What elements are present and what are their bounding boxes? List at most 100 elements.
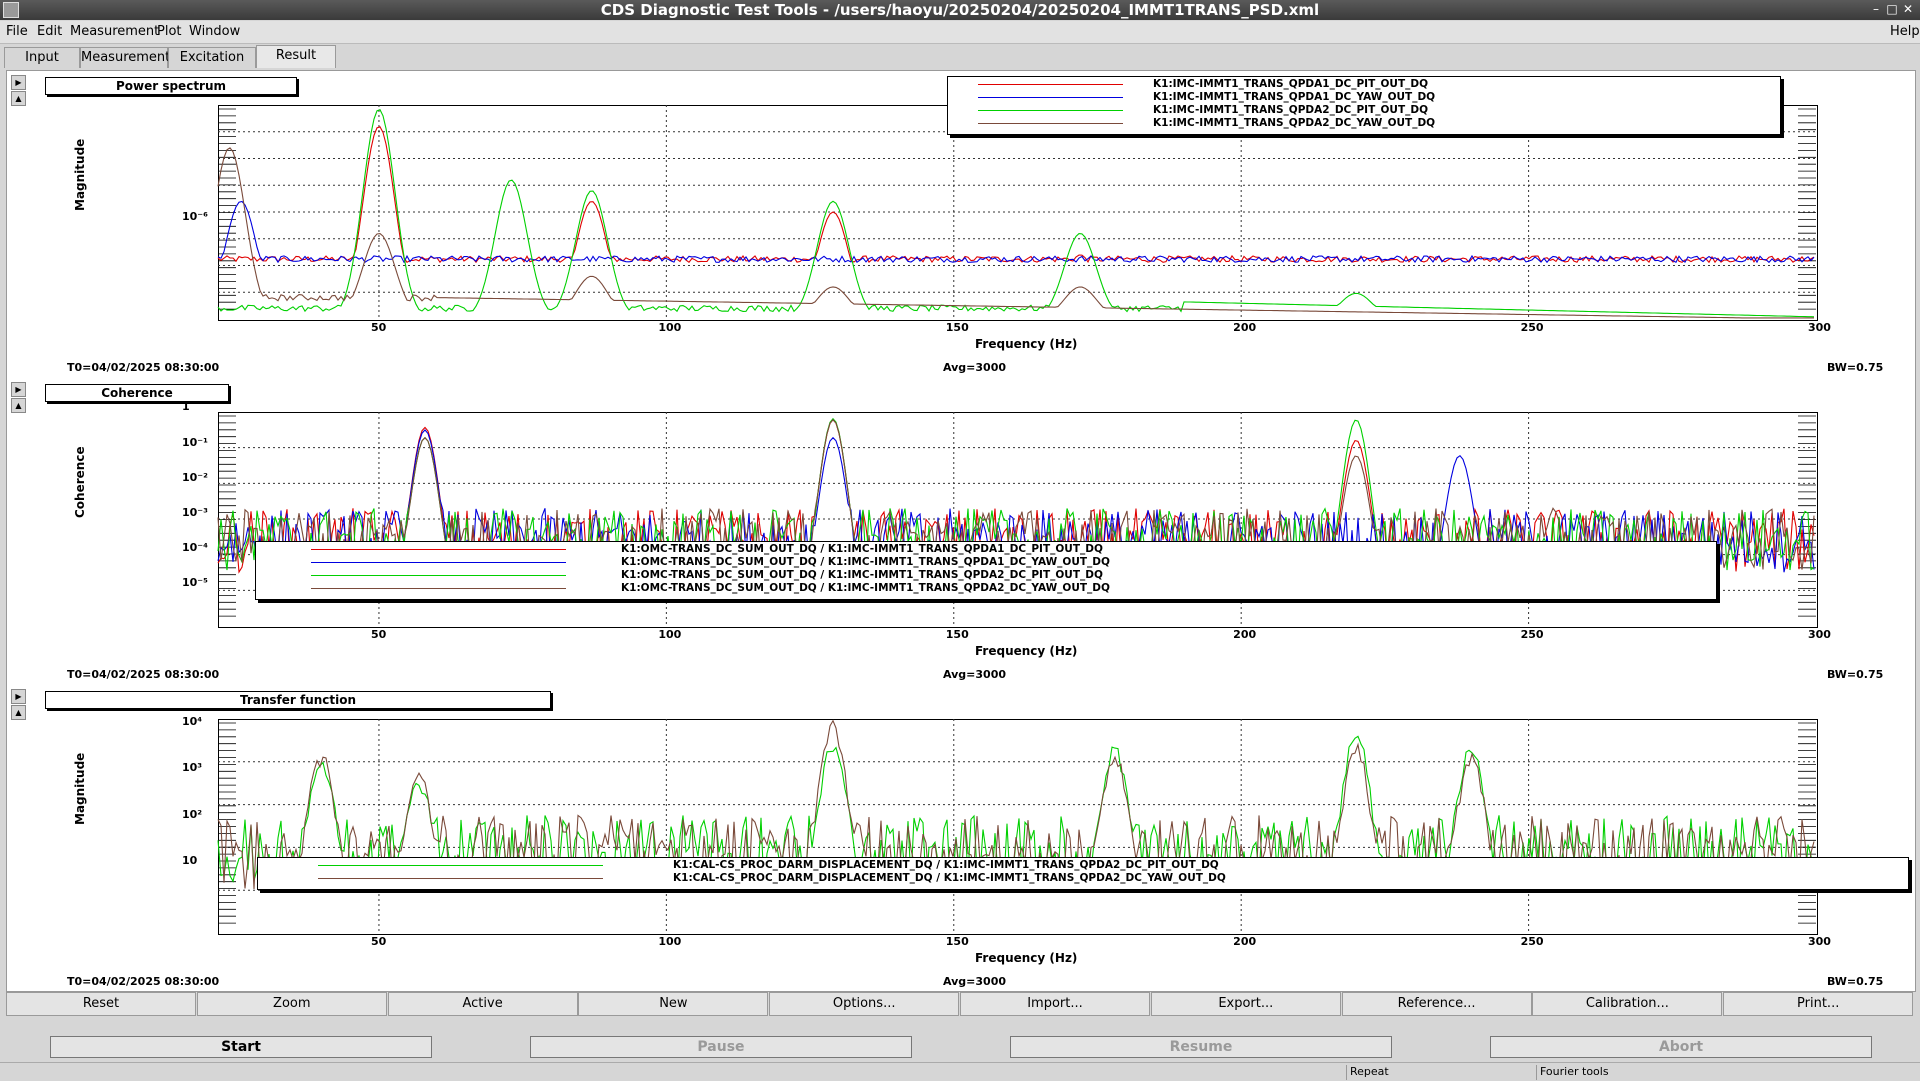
trace-0 — [217, 126, 1815, 264]
x-tick-label: 250 — [1520, 628, 1544, 641]
legend-swatch — [311, 549, 566, 550]
legend-swatch — [318, 878, 603, 879]
x-tick-label: 100 — [658, 321, 682, 334]
legend[interactable]: K1:OMC-TRANS_DC_SUM_OUT_DQ / K1:IMC-IMMT… — [255, 541, 1717, 601]
reference-button[interactable]: Reference... — [1341, 992, 1532, 1016]
menu-bar: File Edit Measurement Plot Window Help — [0, 21, 1920, 44]
y-tick-label: 10² — [182, 808, 203, 821]
calibration-button[interactable]: Calibration... — [1532, 992, 1723, 1016]
status-fourier-tools: Fourier tools — [1536, 1065, 1720, 1080]
tab-result[interactable]: Result — [256, 45, 336, 68]
t0-label: T0=04/02/2025 08:30:00 — [67, 975, 220, 988]
y-tick-label: 10⁻² — [182, 471, 208, 484]
legend-swatch — [978, 97, 1123, 98]
x-tick-label: 300 — [1808, 628, 1831, 641]
legend-label: K1:IMC-IMMT1_TRANS_QPDA2_DC_PIT_OUT_DQ — [1153, 104, 1429, 116]
x-axis-label: Frequency (Hz) — [975, 337, 1078, 351]
x-tick-label: 100 — [658, 628, 682, 641]
legend-swatch — [978, 123, 1123, 124]
menu-edit[interactable]: Edit — [37, 24, 62, 39]
plot-toolbar: Reset Zoom Active New Options... Import... Exp… — [6, 992, 1914, 1016]
avg-label: Avg=3000 — [943, 361, 1006, 374]
legend-label: K1:OMC-TRANS_DC_SUM_OUT_DQ / K1:IMC-IMMT… — [621, 569, 1103, 581]
bw-label: BW=0.75 — [1827, 668, 1884, 681]
x-tick-label: 250 — [1520, 321, 1544, 334]
resume-button[interactable]: Resume — [1010, 1036, 1392, 1058]
tab-excitation[interactable]: Excitation — [168, 47, 256, 68]
x-axis-label: Frequency (Hz) — [975, 644, 1078, 658]
x-tick-label: 200 — [1233, 321, 1257, 334]
status-repeat: Repeat — [1346, 1065, 1536, 1080]
legend-swatch — [311, 562, 566, 563]
status-bar: Repeat Fourier tools — [0, 1062, 1920, 1081]
tab-input[interactable]: Input — [4, 47, 80, 68]
abort-button[interactable]: Abort — [1490, 1036, 1872, 1058]
print-button[interactable]: Print... — [1723, 992, 1914, 1016]
tab-measurement[interactable]: Measurement — [80, 47, 170, 68]
menu-plot[interactable]: Plot — [157, 24, 182, 39]
plot-panel-1: ▶ ▲ Coherence Coherence 50 100 150 200 250 300 1 10… — [7, 378, 1915, 681]
start-button[interactable]: Start — [50, 1036, 432, 1058]
active-button[interactable]: Active — [387, 992, 578, 1016]
x-tick-label: 150 — [945, 935, 969, 948]
x-tick-label: 300 — [1808, 935, 1831, 948]
y-tick-label: 1 — [182, 400, 190, 413]
legend[interactable]: K1:CAL-CS_PROC_DARM_DISPLACEMENT_DQ / K1… — [257, 857, 1909, 890]
x-tick-label: 150 — [945, 321, 969, 334]
new-button[interactable]: New — [578, 992, 769, 1016]
export-button[interactable]: Export... — [1150, 992, 1341, 1016]
menu-measurement[interactable]: Measurement — [70, 24, 159, 39]
plot-panel-0: ▶ ▲ Power spectrum Magnitude 50 100 150 200 250 3… — [7, 71, 1915, 374]
legend-swatch — [978, 110, 1123, 111]
t0-label: T0=04/02/2025 08:30:00 — [67, 668, 220, 681]
bw-label: BW=0.75 — [1827, 361, 1884, 374]
title-bar: CDS Diagnostic Test Tools - /users/haoyu… — [0, 0, 1920, 20]
legend-label: K1:IMC-IMMT1_TRANS_QPDA1_DC_PIT_OUT_DQ — [1153, 78, 1429, 90]
x-axis-label: Frequency (Hz) — [975, 951, 1078, 965]
legend-swatch — [311, 575, 566, 576]
legend-label: K1:IMC-IMMT1_TRANS_QPDA2_DC_YAW_OUT_DQ — [1153, 117, 1436, 129]
x-tick-label: 100 — [658, 935, 682, 948]
legend-label: K1:IMC-IMMT1_TRANS_QPDA1_DC_YAW_OUT_DQ — [1153, 91, 1436, 103]
x-tick-label: 50 — [370, 935, 387, 948]
x-tick-label: 50 — [370, 628, 387, 641]
window-title: CDS Diagnostic Test Tools - /users/haoyu… — [600, 1, 1320, 19]
x-tick-label: 200 — [1233, 935, 1257, 948]
legend-label: K1:OMC-TRANS_DC_SUM_OUT_DQ / K1:IMC-IMMT… — [621, 556, 1110, 568]
y-tick-label: 10⁻⁴ — [182, 541, 208, 554]
trace-2 — [217, 109, 1815, 318]
y-tick-label: 10⁻⁵ — [182, 576, 208, 589]
trace-1 — [217, 200, 1815, 264]
x-tick-label: 150 — [945, 628, 969, 641]
y-tick-label: 10³ — [182, 761, 203, 774]
x-tick-label: 50 — [370, 321, 387, 334]
avg-label: Avg=3000 — [943, 668, 1006, 681]
close-icon[interactable]: ✕ — [1900, 2, 1916, 17]
legend-swatch — [318, 865, 603, 866]
x-tick-label: 200 — [1233, 628, 1257, 641]
legend-swatch — [978, 84, 1123, 85]
legend-label: K1:CAL-CS_PROC_DARM_DISPLACEMENT_DQ / K1… — [673, 872, 1226, 884]
options-button[interactable]: Options... — [769, 992, 960, 1016]
menu-help[interactable]: Help — [1890, 24, 1920, 39]
legend-swatch — [311, 588, 566, 589]
pause-button[interactable]: Pause — [530, 1036, 912, 1058]
maximize-icon[interactable]: □ — [1884, 2, 1900, 17]
result-area: ▶ ▲ Power spectrum Magnitude 50 100 150 200 250 3… — [6, 70, 1916, 992]
avg-label: Avg=3000 — [943, 975, 1006, 988]
t0-label: T0=04/02/2025 08:30:00 — [67, 361, 220, 374]
legend-label: K1:OMC-TRANS_DC_SUM_OUT_DQ / K1:IMC-IMMT… — [621, 543, 1103, 555]
x-tick-label: 300 — [1808, 321, 1831, 334]
import-button[interactable]: Import... — [960, 992, 1150, 1016]
x-tick-label: 250 — [1520, 935, 1544, 948]
minimize-icon[interactable]: – — [1868, 2, 1884, 17]
bw-label: BW=0.75 — [1827, 975, 1884, 988]
reset-button[interactable]: Reset — [6, 992, 196, 1016]
zoom-button[interactable]: Zoom — [196, 992, 387, 1016]
menu-file[interactable]: File — [6, 24, 28, 39]
legend-label: K1:OMC-TRANS_DC_SUM_OUT_DQ / K1:IMC-IMMT… — [621, 582, 1110, 594]
y-tick-label: 10 — [182, 854, 198, 867]
plot-panel-2: ▶ ▲ Transfer function Magnitude 50 100 150 200 2… — [7, 685, 1915, 988]
menu-window[interactable]: Window — [189, 24, 240, 39]
legend[interactable]: K1:IMC-IMMT1_TRANS_QPDA1_DC_PIT_OUT_DQ K1… — [947, 76, 1781, 136]
